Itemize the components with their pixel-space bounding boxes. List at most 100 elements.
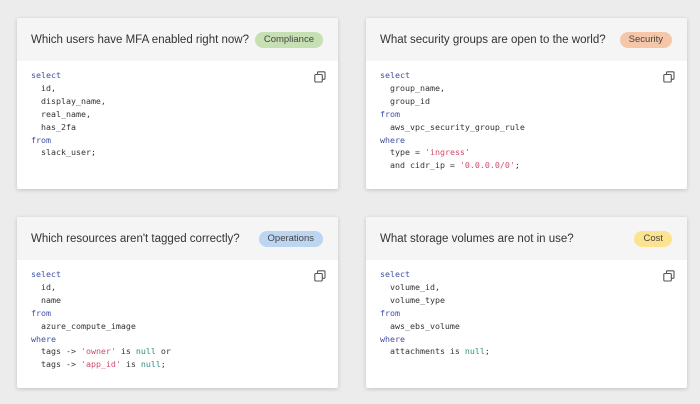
code-line: and cidr_ip = '0.0.0.0/0'; — [380, 159, 673, 172]
sql-text: tags -> — [31, 359, 81, 370]
code-line: id, — [31, 281, 324, 294]
code-line: has_2fa — [31, 121, 324, 134]
sql-text: id, — [31, 82, 56, 93]
code-line: group_name, — [380, 82, 673, 95]
sql-text: or — [155, 346, 171, 357]
sql-keyword: select — [31, 269, 61, 279]
copy-icon[interactable] — [663, 71, 675, 83]
sql-text: name — [31, 294, 61, 305]
category-badge[interactable]: Cost — [634, 230, 672, 247]
code-line: volume_type — [380, 294, 673, 307]
sql-text: slack_user; — [31, 147, 96, 158]
sql-keyword: from — [380, 307, 400, 318]
copy-icon[interactable] — [663, 270, 675, 282]
query-card-tagging: Which resources aren't tagged correctly?… — [17, 217, 338, 388]
sql-code: select id, display_name, real_name, has_… — [31, 69, 324, 159]
sql-text: volume_id, — [380, 281, 440, 292]
code-line: type = 'ingress' — [380, 146, 673, 159]
code-block: select id, name from azure_compute_imagew… — [17, 260, 338, 381]
code-line: aws_vpc_security_group_rule — [380, 121, 673, 134]
sql-string: 'app_id' — [80, 359, 121, 370]
sql-keyword: from — [31, 307, 51, 318]
sql-keyword: select — [31, 70, 61, 80]
sql-keyword: where — [380, 134, 405, 145]
code-line: select — [31, 268, 324, 281]
category-badge[interactable]: Operations — [258, 230, 323, 247]
sql-text: attachments is — [380, 346, 465, 357]
code-line: real_name, — [31, 108, 324, 121]
code-line: volume_id, — [380, 281, 673, 294]
copy-icon[interactable] — [314, 270, 326, 282]
sql-text: ; — [484, 346, 490, 357]
sql-code: select id, name from azure_compute_imagew… — [31, 268, 324, 371]
card-question: What security groups are open to the wor… — [380, 33, 606, 46]
code-line: slack_user; — [31, 146, 324, 159]
sql-text: group_name, — [380, 82, 445, 93]
sql-text: has_2fa — [31, 121, 76, 132]
card-header: What storage volumes are not in use? Cos… — [366, 217, 687, 260]
code-line: tags -> 'app_id' is null; — [31, 358, 324, 371]
sql-keyword: from — [380, 108, 400, 119]
category-badge[interactable]: Security — [619, 31, 672, 48]
sql-text: and cidr_ip = — [380, 160, 460, 171]
code-line: where — [380, 134, 673, 147]
sql-text: aws_ebs_volume — [380, 320, 460, 331]
sql-string: 'ingress' — [424, 147, 470, 158]
code-line: attachments is null; — [380, 345, 673, 358]
sql-text: ; — [160, 359, 166, 370]
sql-text: tags -> — [31, 346, 81, 357]
code-line: display_name, — [31, 95, 324, 108]
code-line: from — [380, 307, 673, 320]
code-line: azure_compute_image — [31, 320, 324, 333]
code-line: from — [31, 307, 324, 320]
card-question: Which resources aren't tagged correctly? — [31, 232, 240, 245]
card-header: Which users have MFA enabled right now? … — [17, 18, 338, 61]
sql-text: ; — [514, 160, 520, 171]
card-question: What storage volumes are not in use? — [380, 232, 574, 245]
sql-text: real_name, — [31, 108, 91, 119]
sql-text: type = — [380, 147, 425, 158]
code-line: from — [31, 134, 324, 147]
sql-text: is — [120, 359, 141, 370]
code-line: aws_ebs_volume — [380, 320, 673, 333]
code-line: group_id — [380, 95, 673, 108]
query-card-security-groups: What security groups are open to the wor… — [366, 18, 687, 189]
sql-text: volume_type — [380, 294, 445, 305]
sql-keyword: where — [380, 333, 405, 344]
code-block: select id, display_name, real_name, has_… — [17, 61, 338, 169]
sql-keyword: select — [380, 70, 410, 80]
card-header: Which resources aren't tagged correctly?… — [17, 217, 338, 260]
code-line: select — [380, 69, 673, 82]
sql-literal: null — [464, 346, 485, 357]
sql-text: id, — [31, 281, 56, 292]
sql-text: display_name, — [31, 95, 106, 106]
card-question: Which users have MFA enabled right now? — [31, 33, 249, 46]
code-line: where — [380, 333, 673, 346]
query-card-storage: What storage volumes are not in use? Cos… — [366, 217, 687, 388]
sql-string: 'owner' — [80, 346, 116, 357]
sql-literal: null — [135, 346, 156, 357]
copy-icon[interactable] — [314, 71, 326, 83]
code-line: tags -> 'owner' is null or — [31, 345, 324, 358]
sql-string: '0.0.0.0/0' — [459, 160, 515, 171]
sql-text: group_id — [380, 95, 430, 106]
code-block: select volume_id, volume_typefrom aws_eb… — [366, 260, 687, 368]
sql-text: azure_compute_image — [31, 320, 136, 331]
sql-keyword: where — [31, 333, 56, 344]
sql-keyword: from — [31, 134, 51, 145]
sql-keyword: select — [380, 269, 410, 279]
sql-text: is — [115, 346, 136, 357]
code-line: id, — [31, 82, 324, 95]
code-line: select — [31, 69, 324, 82]
code-line: select — [380, 268, 673, 281]
category-badge[interactable]: Compliance — [254, 31, 323, 48]
code-line: from — [380, 108, 673, 121]
code-line: where — [31, 333, 324, 346]
code-line: name — [31, 294, 324, 307]
sql-code: select group_name, group_idfrom aws_vpc_… — [380, 69, 673, 172]
sql-text: aws_vpc_security_group_rule — [380, 121, 525, 132]
query-card-mfa: Which users have MFA enabled right now? … — [17, 18, 338, 189]
code-block: select group_name, group_idfrom aws_vpc_… — [366, 61, 687, 182]
sql-literal: null — [140, 359, 161, 370]
card-header: What security groups are open to the wor… — [366, 18, 687, 61]
